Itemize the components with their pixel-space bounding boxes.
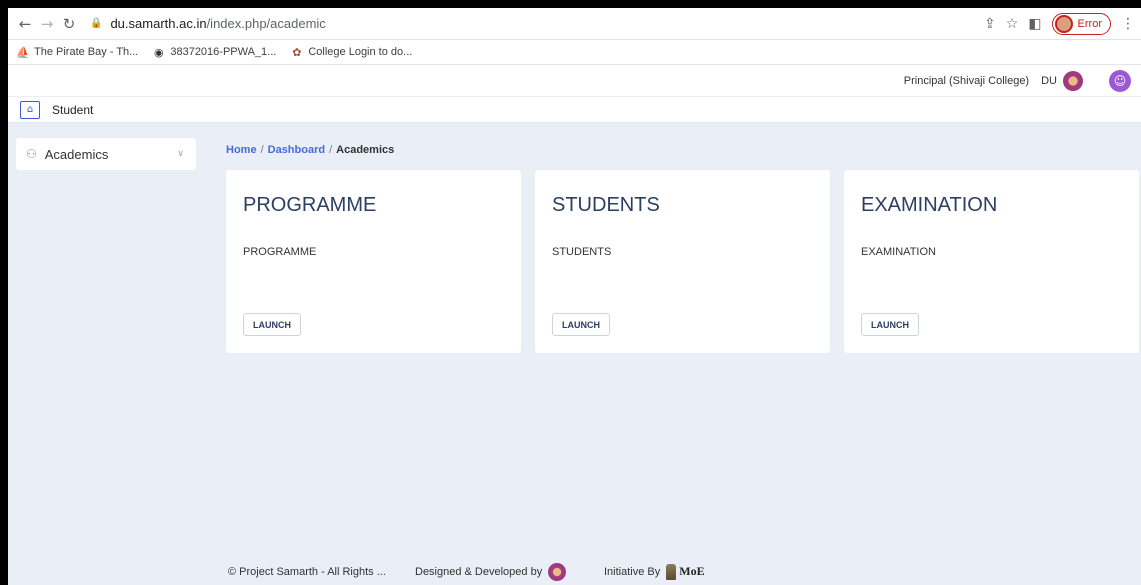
back-arrow-icon[interactable]: ← — [14, 15, 36, 33]
launch-button[interactable]: LAUNCH — [861, 313, 919, 336]
footer-copyright: © Project Samarth - All Rights ... — [228, 565, 386, 578]
breadcrumb: Home / Dashboard / Academics — [226, 144, 394, 156]
user-avatar-icon[interactable]: ☺ — [1109, 69, 1131, 92]
lock-icon: 🔒 — [90, 18, 103, 29]
error-label: Error — [1077, 17, 1102, 30]
globe-icon: ◉ — [154, 45, 164, 59]
url-path: /index.php/academic — [206, 16, 326, 31]
org-label: DU — [1041, 74, 1057, 87]
home-icon: ⌂ — [26, 104, 34, 115]
bookmark-item[interactable]: ✿ College Login to do... — [290, 46, 412, 59]
college-icon: ✿ — [292, 45, 302, 59]
url-field[interactable]: 🔒 du.samarth.ac.in/index.php/academic — [90, 16, 326, 31]
breadcrumb-dashboard[interactable]: Dashboard — [268, 144, 325, 156]
card-description: PROGRAMME — [243, 246, 317, 258]
profile-avatar-icon — [1054, 14, 1073, 33]
bookmark-label: College Login to do... — [308, 46, 413, 58]
role-label: Principal (Shivaji College) — [903, 74, 1030, 87]
home-button[interactable]: ⌂ — [20, 100, 40, 119]
launch-button[interactable]: LAUNCH — [243, 313, 301, 336]
star-icon[interactable]: ☆ — [1006, 16, 1019, 32]
app-header: Principal (Shivaji College) DU ☺ — [8, 65, 1141, 97]
bookmarks-bar: ⛵ The Pirate Bay - Th... ◉ 38372016-PPWA… — [8, 40, 1141, 65]
chevron-down-icon: ∨ — [177, 149, 184, 159]
designed-label: Designed & Developed by — [415, 565, 543, 578]
breadcrumb-separator: / — [329, 144, 333, 156]
bookmark-item[interactable]: ◉ 38372016-PPWA_1... — [152, 46, 276, 59]
breadcrumb-home[interactable]: Home — [226, 144, 257, 156]
address-bar: ← → ↻ 🔒 du.samarth.ac.in/index.php/acade… — [8, 8, 1141, 40]
bookmark-label: The Pirate Bay - Th... — [34, 46, 139, 58]
forward-arrow-icon[interactable]: → — [36, 15, 58, 33]
profile-error-button[interactable]: Error — [1051, 12, 1111, 35]
share-icon[interactable]: ⇪ — [984, 16, 996, 32]
bookmark-item[interactable]: ⛵ The Pirate Bay - Th... — [16, 46, 138, 59]
sidebar-item-academics[interactable]: ⚇ Academics ∨ — [16, 138, 196, 170]
card-programme: PROGRAMME PROGRAMME LAUNCH — [226, 170, 521, 353]
reload-icon[interactable]: ↻ — [58, 15, 80, 33]
footer-designed-by: Designed & Developed by — [415, 562, 567, 581]
breadcrumb-current: Academics — [336, 144, 395, 156]
moe-logo: MoE — [666, 563, 705, 580]
national-emblem-icon — [666, 563, 677, 580]
card-examination: EXAMINATION EXAMINATION LAUNCH — [844, 170, 1139, 353]
side-panel-icon[interactable]: ◧ — [1028, 16, 1041, 32]
bookmark-label: 38372016-PPWA_1... — [170, 46, 277, 58]
browser-window: ← → ↻ 🔒 du.samarth.ac.in/index.php/acade… — [8, 8, 1141, 585]
subheader-label[interactable]: Student — [52, 103, 93, 117]
initiative-label: Initiative By — [604, 565, 661, 578]
footer-initiative: Initiative By MoE — [604, 563, 705, 580]
card-description: EXAMINATION — [861, 246, 936, 258]
card-title: PROGRAMME — [243, 194, 377, 216]
card-title: EXAMINATION — [861, 194, 998, 216]
users-icon: ⚇ — [26, 147, 37, 161]
card-description: STUDENTS — [552, 246, 612, 258]
subheader: ⌂ Student — [8, 97, 1141, 123]
card-title: STUDENTS — [552, 194, 660, 216]
menu-kebab-icon[interactable]: ⋮ — [1121, 16, 1135, 32]
university-logo-icon — [1063, 70, 1083, 91]
breadcrumb-separator: / — [260, 144, 264, 156]
footer: © Project Samarth - All Rights ... Desig… — [8, 558, 1141, 585]
card-students: STUDENTS STUDENTS LAUNCH — [535, 170, 830, 353]
launch-button[interactable]: LAUNCH — [552, 313, 610, 336]
sidebar-item-label: Academics — [44, 146, 109, 162]
ship-icon: ⛵ — [16, 45, 30, 59]
url-host: du.samarth.ac.in — [110, 16, 207, 31]
university-logo-icon — [548, 562, 567, 581]
moe-label: MoE — [679, 564, 705, 578]
